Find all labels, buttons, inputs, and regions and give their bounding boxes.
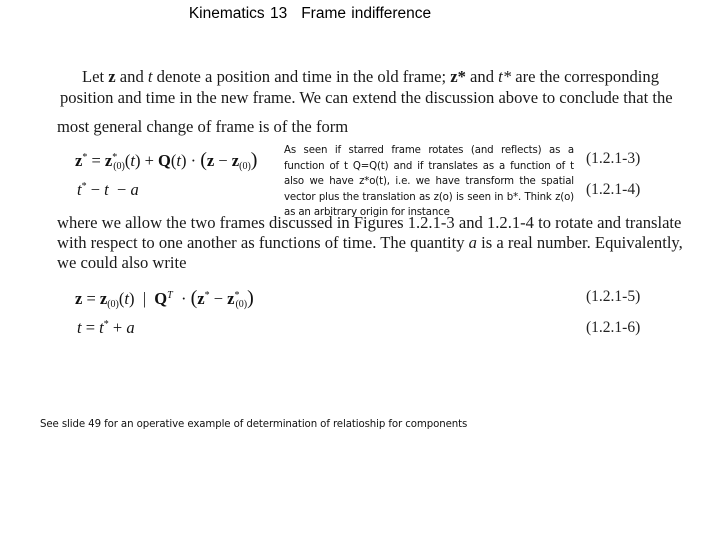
equation-number: (1.2.1-4) — [586, 181, 641, 198]
paragraph2-line2: with respect to one another as functions… — [57, 233, 683, 253]
text-run: and — [465, 67, 499, 86]
paragraph1-line1: Let z and t denote a position and time i… — [82, 67, 659, 87]
text-run: and — [115, 67, 148, 86]
equation-1-2-1-6: t = t* + a — [77, 318, 135, 337]
text-run: denote a position and time in the old fr… — [152, 67, 451, 86]
equation-number: (1.2.1-5) — [586, 288, 641, 305]
text-run: Let — [82, 67, 109, 86]
slide-title-topic: Kinematics 13 — [188, 5, 288, 22]
text-run: with respect to one another as functions… — [57, 233, 469, 252]
symbol-a: a — [468, 233, 477, 252]
symbol-z-star: z* — [450, 67, 466, 86]
equation-1-2-1-3: z* = z*(0)(t) + Q(t) · (z − z(0)) — [75, 149, 258, 172]
symbol-z: z — [108, 67, 116, 86]
equation-number: (1.2.1-6) — [586, 319, 641, 336]
slide-title: Kinematics 13 Frame indifference — [0, 5, 620, 23]
paragraph1-line2: position and time in the new frame. We c… — [60, 88, 673, 107]
slide-title-subject: Frame indifference — [301, 5, 432, 22]
footer-note: See slide 49 for an operative example of… — [40, 419, 468, 430]
equation-1-2-1-5: z = z(0)(t) | QT · (z* − z*(0)) — [75, 287, 254, 310]
annotation-note: As seen if starred frame rotates (and re… — [284, 145, 574, 218]
paragraph2-line1: where we allow the two frames discussed … — [57, 213, 682, 232]
equation-1-2-1-4: t* − t − a — [77, 180, 139, 199]
paragraph1-line3: most general change of frame is of the f… — [57, 117, 349, 136]
symbol-t-star: t* — [498, 67, 512, 86]
text-run: are the corresponding — [511, 67, 659, 86]
paragraph2-line3: we could also write — [57, 253, 187, 272]
equation-number: (1.2.1-3) — [586, 150, 641, 167]
text-run: is a real number. Equivalently, — [476, 233, 683, 252]
